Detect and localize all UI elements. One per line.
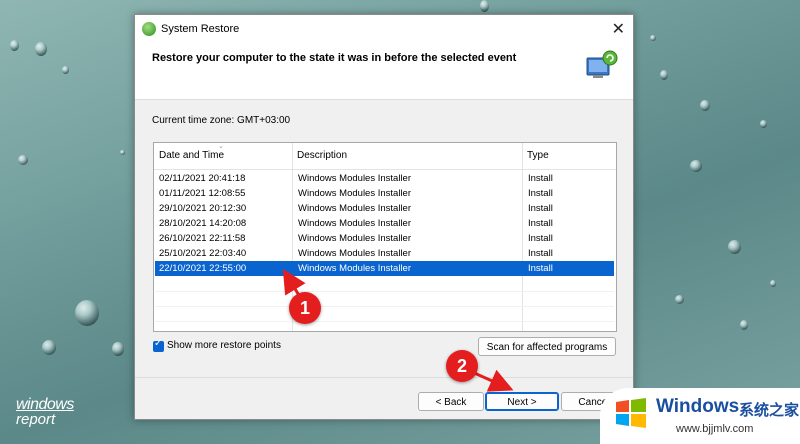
table-cell-date: 01/11/2021 12:08:55 <box>159 188 246 199</box>
column-header-description[interactable]: Description <box>292 143 522 169</box>
table-cell-date: 29/10/2021 20:12:30 <box>159 203 247 214</box>
windows-logo-icon <box>616 398 646 428</box>
table-cell-date: 25/10/2021 22:03:40 <box>159 248 247 259</box>
show-more-label: Show more restore points <box>167 340 281 351</box>
title-bar: System Restore ✕ <box>135 15 633 45</box>
table-row[interactable]: 25/10/2021 22:03:40 Windows Modules Insta… <box>155 246 614 261</box>
table-row[interactable]: 22/10/2021 22:55:00 Windows Modules Insta… <box>155 261 614 276</box>
brand-watermark-panel: Windows 系统之家 www.bjjmlv.com <box>600 388 800 444</box>
table-cell-description: Windows Modules Installer <box>298 233 411 244</box>
table-header: ⌄ Date and Time Description Type <box>154 143 616 170</box>
step-badge-2: 2 <box>446 350 478 382</box>
table-cell-type: Install <box>528 203 553 214</box>
table-row[interactable]: 02/11/2021 20:41:18 Windows Modules Insta… <box>155 171 614 186</box>
table-cell-description: Windows Modules Installer <box>298 188 411 199</box>
empty-row <box>155 291 614 307</box>
table-cell-type: Install <box>528 263 553 274</box>
system-restore-window: System Restore ✕ Restore your computer t… <box>134 14 634 420</box>
scan-affected-programs-button[interactable]: Scan for affected programs <box>478 337 616 356</box>
brand-name-cn: 系统之家 <box>739 402 800 419</box>
column-header-date[interactable]: Date and Time <box>154 143 292 169</box>
table-row[interactable]: 01/11/2021 12:08:55 Windows Modules Insta… <box>155 186 614 201</box>
table-cell-date: 22/10/2021 22:55:00 <box>159 263 247 274</box>
step-badge-1: 1 <box>289 292 321 324</box>
empty-row <box>155 306 614 322</box>
table-cell-date: 02/11/2021 20:41:18 <box>159 173 246 184</box>
next-button[interactable]: Next > <box>485 392 559 411</box>
system-restore-app-icon <box>142 22 156 36</box>
table-cell-type: Install <box>528 218 553 229</box>
show-more-checkbox[interactable] <box>153 338 164 352</box>
table-cell-type: Install <box>528 173 553 184</box>
table-cell-date: 26/10/2021 22:11:58 <box>159 233 246 244</box>
table-row[interactable]: 29/10/2021 20:12:30 Windows Modules Insta… <box>155 201 614 216</box>
page-heading: Restore your computer to the state it wa… <box>152 52 517 64</box>
back-button[interactable]: < Back <box>418 392 484 411</box>
timezone-label: Current time zone: GMT+03:00 <box>152 115 291 126</box>
table-cell-description: Windows Modules Installer <box>298 173 411 184</box>
table-row[interactable]: 28/10/2021 14:20:08 Windows Modules Insta… <box>155 216 614 231</box>
footer-divider <box>135 377 633 378</box>
table-cell-type: Install <box>528 233 553 244</box>
table-cell-date: 28/10/2021 14:20:08 <box>159 218 247 229</box>
table-row[interactable]: 26/10/2021 22:11:58 Windows Modules Insta… <box>155 231 614 246</box>
table-cell-description: Windows Modules Installer <box>298 203 411 214</box>
table-cell-description: Windows Modules Installer <box>298 248 411 259</box>
close-icon[interactable]: ✕ <box>612 19 625 39</box>
column-header-type[interactable]: Type <box>522 143 616 169</box>
empty-row <box>155 276 614 292</box>
restore-computer-icon <box>586 50 618 78</box>
brand-url: www.bjjmlv.com <box>676 423 754 435</box>
restore-points-table[interactable]: ⌄ Date and Time Description Type 02/11/2… <box>153 142 617 332</box>
window-title: System Restore <box>161 23 240 35</box>
brand-name: Windows <box>656 396 740 417</box>
windows-report-watermark: windows report <box>16 396 74 428</box>
table-cell-type: Install <box>528 248 553 259</box>
table-cell-description: Windows Modules Installer <box>298 218 411 229</box>
wizard-header: Restore your computer to the state it wa… <box>135 45 633 100</box>
table-cell-type: Install <box>528 188 553 199</box>
table-cell-description: Windows Modules Installer <box>298 263 411 274</box>
